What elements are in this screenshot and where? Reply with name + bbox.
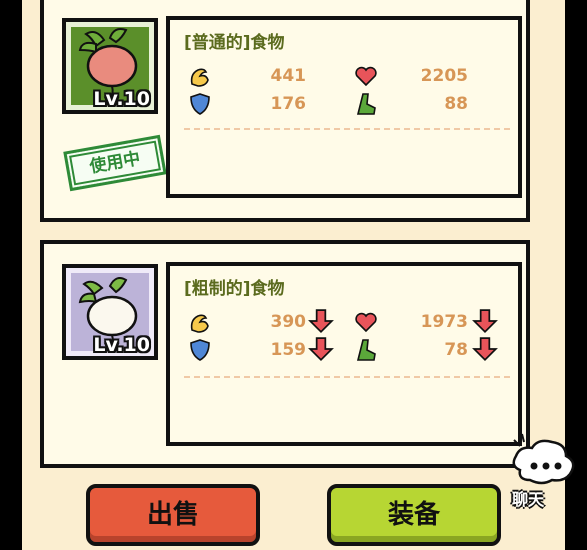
- item-level-2: Lv.10: [93, 334, 150, 356]
- boot-icon: [356, 93, 376, 115]
- item-icon-2: Lv.10: [62, 264, 158, 360]
- item-info-1: [普通的]食物 441 2205 176 88: [166, 16, 522, 198]
- attack-value-2: 390: [270, 312, 307, 332]
- chat-label[interactable]: 聊天: [512, 486, 544, 510]
- hp-value-1: 2205: [420, 66, 468, 86]
- item-icon-1: Lv.10: [62, 18, 158, 114]
- defense-value-2: 159: [270, 340, 307, 360]
- heart-icon: [355, 312, 377, 333]
- item-card-2[interactable]: Lv.10 [粗制的]食物 390 1973 159 78: [40, 240, 530, 468]
- hp-value-2: 1973: [420, 312, 468, 332]
- divider: [184, 376, 510, 378]
- shield-icon: [190, 339, 210, 361]
- item-card-1[interactable]: Lv.10 使用中 [普通的]食物 441 2205 176 88: [40, 0, 530, 222]
- defense-value-1: 176: [270, 94, 307, 114]
- item-title-1: [普通的]食物: [184, 33, 285, 53]
- in-use-stamp: 使用中: [63, 134, 167, 192]
- item-title-2: [粗制的]食物: [184, 279, 285, 299]
- speed-value-2: 78: [444, 340, 468, 360]
- boot-icon: [356, 339, 376, 361]
- speed-value-1: 88: [444, 94, 468, 114]
- item-level-1: Lv.10: [93, 88, 150, 110]
- equip-button[interactable]: 装备: [327, 484, 501, 546]
- heart-icon: [355, 66, 377, 87]
- decrease-arrow-icon: [472, 337, 498, 362]
- attack-icon: [190, 68, 209, 87]
- sell-button[interactable]: 出售: [86, 484, 260, 546]
- left-edge: [0, 0, 22, 550]
- item-info-2: [粗制的]食物 390 1973 159 78: [166, 262, 522, 446]
- decrease-arrow-icon: [308, 337, 334, 362]
- divider: [184, 128, 510, 130]
- decrease-arrow-icon: [308, 309, 334, 334]
- decrease-arrow-icon: [472, 309, 498, 334]
- shield-icon: [190, 93, 210, 115]
- attack-value-1: 441: [270, 66, 307, 86]
- attack-icon: [190, 314, 209, 333]
